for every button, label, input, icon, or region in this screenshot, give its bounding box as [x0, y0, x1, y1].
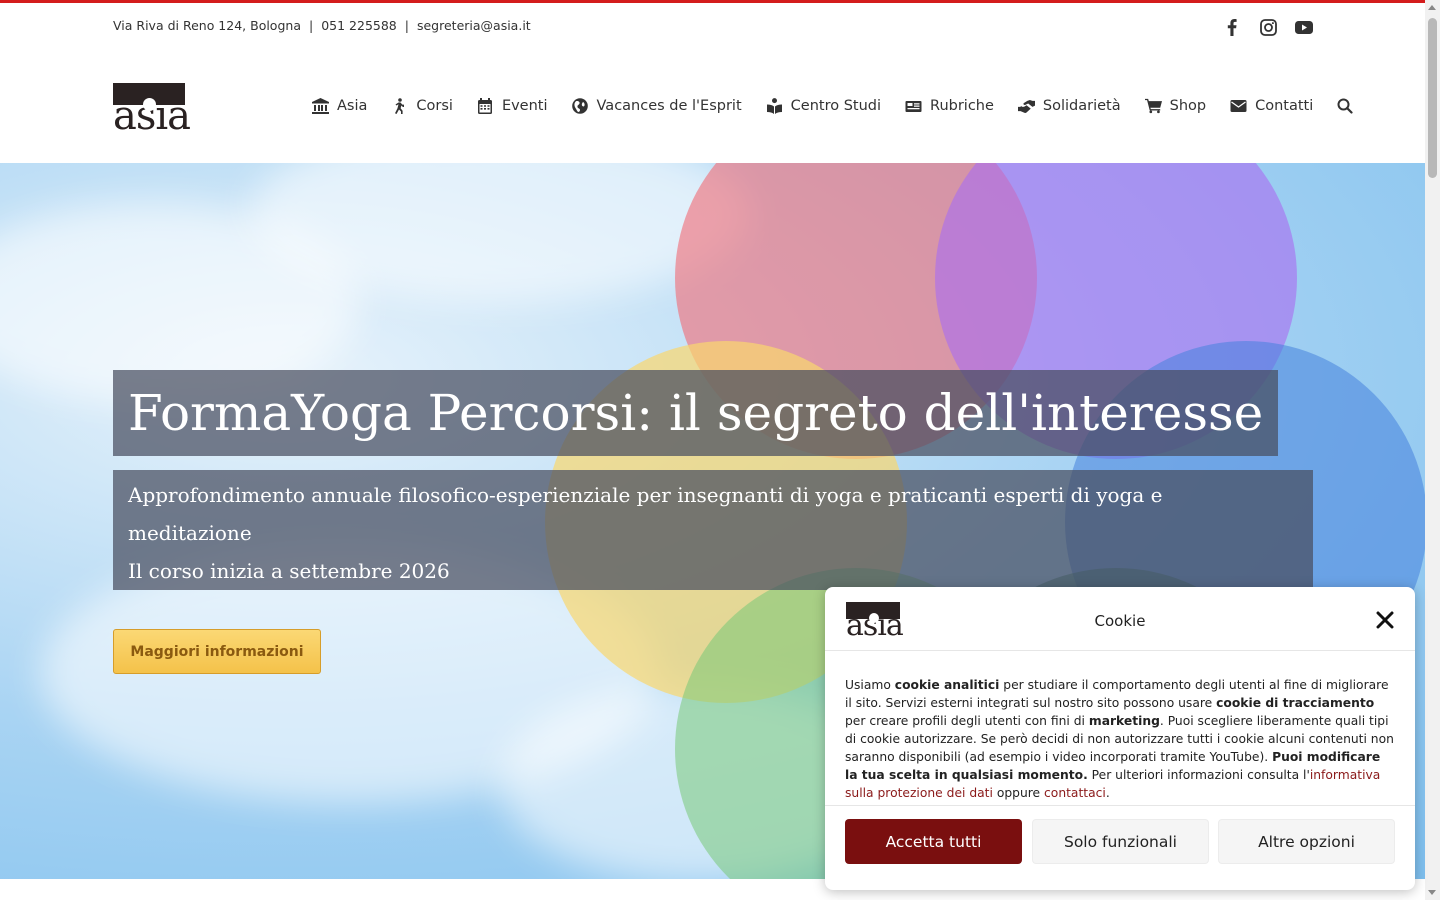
cookie-title: Cookie: [1094, 612, 1146, 630]
close-button[interactable]: [1376, 611, 1394, 629]
calendar-icon: [477, 98, 492, 114]
facebook-icon[interactable]: [1223, 18, 1241, 36]
nav-label: Shop: [1169, 98, 1207, 114]
contact-bar: Via Riva di Reno 124, Bologna | 051 2255…: [113, 18, 531, 33]
hero-title-box: FormaYoga Percorsi: il segreto dell'inte…: [113, 370, 1279, 456]
cookie-message: Usiamo cookie analitici per studiare il …: [845, 676, 1395, 802]
nav-item-solidarieta[interactable]: Solidarietà: [1017, 98, 1121, 114]
phone-text[interactable]: 051 225588: [321, 18, 397, 33]
nav-label: Eventi: [501, 98, 548, 114]
cookie-dialog: asia Cookie Usiamo cookie analitici per …: [825, 587, 1415, 890]
nav-label: Contatti: [1255, 98, 1314, 114]
book-reader-icon: [766, 98, 782, 114]
museum-icon: [312, 98, 329, 114]
cart-icon: [1144, 98, 1162, 114]
functional-only-button[interactable]: Solo funzionali: [1032, 819, 1209, 864]
separator: |: [308, 18, 314, 33]
instagram-icon[interactable]: [1259, 18, 1277, 36]
hands-helping-icon: [1017, 100, 1035, 113]
scroll-down-arrow[interactable]: [1428, 890, 1436, 895]
message-text: oppure: [992, 786, 1045, 800]
logo-dot: [143, 98, 156, 111]
hero-subtitle-line: Il corso inizia a settembre 2026: [128, 559, 450, 583]
nav-item-eventi[interactable]: Eventi: [477, 98, 548, 114]
nav-item-corsi[interactable]: Corsi: [391, 98, 453, 114]
search-button[interactable]: [1337, 98, 1354, 114]
hero-subtitle-box: Approfondimento annuale filosofico-esper…: [113, 470, 1313, 590]
envelope-icon: [1230, 100, 1247, 112]
email-link[interactable]: segreteria@asia.it: [417, 18, 531, 33]
hero-subtitle-line: meditazione: [128, 521, 252, 545]
nav-item-rubriche[interactable]: Rubriche: [905, 98, 994, 114]
nav-label: Rubriche: [930, 98, 994, 114]
nav-label: Asia: [337, 98, 368, 114]
accept-all-button[interactable]: Accetta tutti: [845, 819, 1022, 864]
search-icon: [1337, 98, 1353, 114]
walking-icon: [395, 98, 405, 114]
address-text: Via Riva di Reno 124, Bologna: [113, 18, 301, 33]
message-bold: marketing: [1088, 714, 1160, 728]
message-text: .: [1105, 786, 1110, 800]
scrollbar[interactable]: [1425, 0, 1440, 900]
nav-label: Solidarietà: [1042, 98, 1121, 114]
hero-title: FormaYoga Percorsi: il segreto dell'inte…: [128, 384, 1264, 442]
message-text: per creare profili degli utenti con fini…: [845, 714, 1089, 728]
nav-item-contatti[interactable]: Contatti: [1230, 98, 1313, 114]
message-bold: cookie analitici: [894, 678, 1000, 692]
message-bold: cookie di tracciamento: [1216, 696, 1375, 710]
hero-subtitle-line: Approfondimento annuale filosofico-esper…: [128, 483, 1163, 507]
main-nav: Asia Corsi Eventi Vacances de l'Esprit C…: [312, 98, 1354, 114]
close-icon: [1376, 611, 1394, 629]
message-text: Per ulteriori informazioni consulta l': [1087, 768, 1310, 782]
nav-item-vacances[interactable]: Vacances de l'Esprit: [571, 98, 742, 114]
site-logo[interactable]: asia: [113, 83, 191, 136]
scroll-thumb[interactable]: [1428, 18, 1437, 178]
nav-item-asia[interactable]: Asia: [312, 98, 367, 114]
message-text: Usiamo: [845, 678, 895, 692]
social-links: [1223, 18, 1313, 36]
globe-icon: [571, 98, 588, 114]
more-options-button[interactable]: Altre opzioni: [1218, 819, 1395, 864]
cookie-header: asia Cookie: [825, 587, 1415, 651]
more-info-button[interactable]: Maggiori informazioni: [113, 629, 321, 674]
scroll-up-arrow[interactable]: [1428, 5, 1436, 10]
separator: |: [404, 18, 409, 33]
newspaper-icon: [905, 101, 922, 112]
youtube-icon[interactable]: [1295, 18, 1313, 36]
nav-label: Centro Studi: [790, 98, 882, 114]
contact-link[interactable]: contattaci: [1044, 786, 1106, 800]
nav-label: Corsi: [416, 98, 453, 114]
nav-item-centro-studi[interactable]: Centro Studi: [766, 98, 881, 114]
nav-item-shop[interactable]: Shop: [1144, 98, 1207, 114]
nav-label: Vacances de l'Esprit: [596, 98, 742, 114]
